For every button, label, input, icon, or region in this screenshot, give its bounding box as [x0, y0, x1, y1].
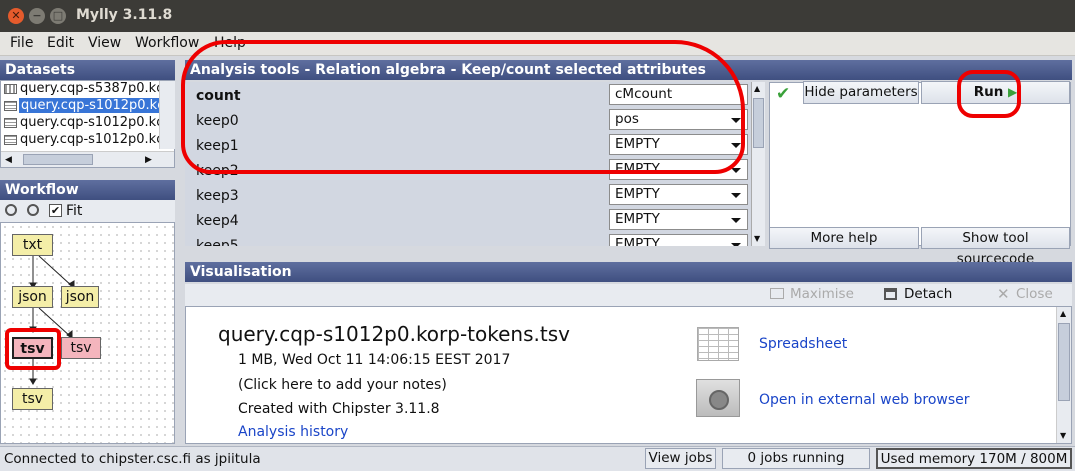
dataset-filename: query.cqp-s1012p0.korp-tokens.tsv	[218, 322, 570, 346]
close-icon: ✕	[997, 285, 1010, 303]
workflow-header: Workflow	[0, 180, 175, 200]
workflow-node-tsv[interactable]: tsv	[61, 337, 101, 359]
menu-file[interactable]: File	[10, 35, 33, 51]
more-help-button[interactable]: More help	[769, 227, 919, 249]
tool-help-area	[769, 82, 1071, 246]
maximise-icon	[770, 288, 784, 299]
workflow-node-json[interactable]: json	[61, 286, 99, 308]
datasets-header: Datasets	[0, 60, 175, 80]
maximise-button[interactable]: Maximise	[790, 286, 854, 302]
hide-parameters-button[interactable]: Hide parameters	[803, 81, 919, 104]
notes-link[interactable]: (Click here to add your notes)	[238, 377, 447, 393]
spreadsheet-icon[interactable]	[697, 327, 739, 361]
detach-button[interactable]: Detach	[904, 286, 952, 302]
window-title: Mylly 3.11.8	[76, 7, 173, 23]
visualisation-toolbar: Maximise Detach ✕ Close	[185, 284, 1072, 306]
view-jobs-button[interactable]: View jobs	[645, 448, 716, 469]
datasets-vscroll[interactable]	[159, 81, 175, 149]
workflow-node-txt[interactable]: txt	[12, 234, 53, 256]
param-keep4-select[interactable]: EMPTY	[609, 209, 748, 230]
window-titlebar: ✕ − □ Mylly 3.11.8	[0, 0, 1075, 32]
fit-checkbox[interactable]: ✔	[49, 204, 62, 217]
menu-edit[interactable]: Edit	[47, 35, 74, 51]
external-browser-link[interactable]: Open in external web browser	[759, 392, 970, 408]
window-close-icon[interactable]: ✕	[8, 8, 24, 24]
param-keep5-select[interactable]: EMPTY	[609, 234, 748, 246]
jobs-running-status: 0 jobs running	[722, 448, 870, 469]
dataset-item[interactable]: query.cqp-s1012p0.kc	[1, 132, 163, 149]
workflow-node-json[interactable]: json	[12, 286, 53, 308]
annotation-ellipse-run	[957, 70, 1021, 118]
parameters-vscroll[interactable]: ▲ ▼	[751, 82, 765, 246]
datasets-hscroll[interactable]: ◀ ▶	[1, 151, 174, 167]
analysis-history-link[interactable]: Analysis history	[238, 424, 348, 440]
zoom-in-icon[interactable]	[5, 204, 17, 216]
dataset-item[interactable]: query.cqp-s5387p0.kc	[1, 81, 163, 98]
dataset-info: 1 MB, Wed Oct 11 14:06:15 EEST 2017	[238, 352, 511, 368]
zoom-out-icon[interactable]	[27, 204, 39, 216]
show-sourcecode-button[interactable]: Show tool sourcecode	[921, 227, 1070, 267]
menu-view[interactable]: View	[88, 35, 121, 51]
param-keep3-select[interactable]: EMPTY	[609, 184, 748, 205]
browser-icon[interactable]	[696, 379, 740, 417]
visualisation-header: Visualisation	[185, 262, 1072, 282]
visualisation-vscroll[interactable]: ▲ ▼	[1056, 307, 1071, 443]
workflow-toolbar: ✔ Fit	[0, 200, 175, 222]
datasets-list: query.cqp-s5387p0.kc query.cqp-s1012p0.k…	[0, 80, 175, 168]
window-maximize-icon[interactable]: □	[50, 8, 66, 24]
memory-status: Used memory 170M / 800M	[876, 448, 1072, 469]
window-minimize-icon[interactable]: −	[29, 8, 45, 24]
fit-label: Fit	[66, 203, 83, 219]
param-keep5-label: keep5	[196, 238, 239, 246]
workflow-node-tsv[interactable]: tsv	[12, 388, 53, 410]
param-keep3-label: keep3	[196, 188, 239, 204]
dataset-item[interactable]: query.cqp-s1012p0.kc	[1, 115, 163, 132]
spreadsheet-link[interactable]: Spreadsheet	[759, 336, 847, 352]
detach-icon	[884, 288, 897, 300]
check-icon: ✔	[776, 84, 791, 104]
visualisation-content: query.cqp-s1012p0.korp-tokens.tsv 1 MB, …	[185, 306, 1072, 444]
menu-workflow[interactable]: Workflow	[135, 35, 199, 51]
param-keep4-label: keep4	[196, 213, 239, 229]
annotation-ellipse-analysis	[181, 40, 745, 174]
annotation-box-tsv	[5, 328, 61, 370]
created-with: Created with Chipster 3.11.8	[238, 401, 440, 417]
connection-status: Connected to chipster.csc.fi as jpiitula	[4, 451, 261, 467]
close-button[interactable]: Close	[1016, 286, 1053, 302]
dataset-item-selected[interactable]: query.cqp-s1012p0.kc	[1, 98, 167, 115]
